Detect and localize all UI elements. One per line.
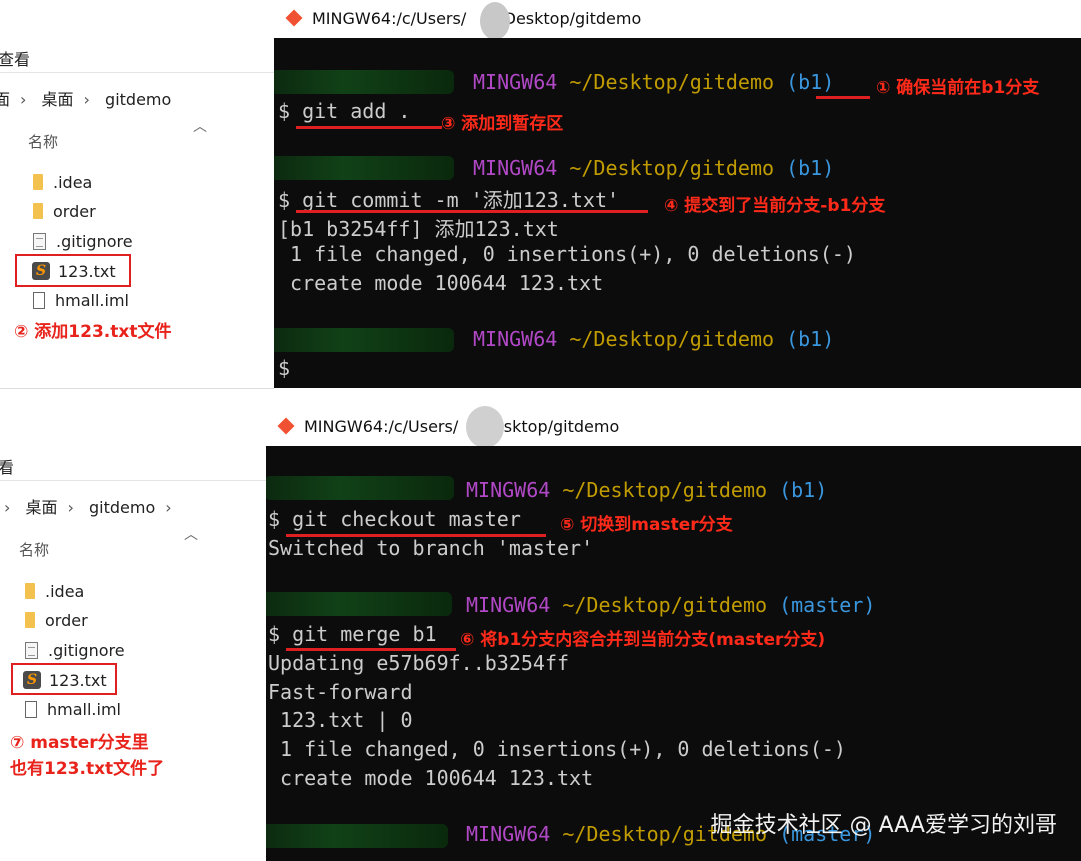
window-title: MINGW64:/c/Users//Desktop/gitdemo bbox=[312, 9, 642, 28]
top-terminal[interactable]: MINGW64 ~/Desktop/gitdemo (b1) ① 确保当前在b1… bbox=[274, 38, 1081, 388]
list-item[interactable]: .gitignore bbox=[25, 638, 125, 662]
git-icon bbox=[277, 417, 295, 435]
underline bbox=[816, 96, 870, 99]
sort-chevron-up-icon[interactable]: ︿ bbox=[184, 524, 198, 544]
redacted-user-host bbox=[274, 70, 454, 94]
annotation-7: ⑦ master分支里 bbox=[10, 733, 149, 753]
watermark: 掘金技术社区 @ AAA爱学习的刘哥 bbox=[710, 813, 1057, 838]
highlight-box bbox=[11, 663, 117, 695]
file-name: order bbox=[45, 610, 88, 630]
list-item[interactable]: .idea bbox=[25, 579, 84, 603]
breadcrumb-item[interactable]: gitdemo bbox=[105, 90, 171, 109]
file-name: .idea bbox=[53, 172, 93, 192]
annotation-5: ⑤ 切换到master分支 bbox=[560, 515, 733, 535]
command-line: $ bbox=[278, 356, 291, 380]
chevron-right-icon: › bbox=[4, 498, 11, 517]
list-item[interactable]: order bbox=[25, 608, 88, 632]
folder-icon bbox=[33, 203, 43, 219]
breadcrumb-item[interactable]: 桌面 bbox=[26, 498, 58, 517]
list-item[interactable]: hmall.iml bbox=[33, 288, 129, 312]
redaction-blur bbox=[480, 2, 510, 40]
output-line: 1 file changed, 0 insertions(+), 0 delet… bbox=[278, 242, 856, 266]
file-name: hmall.iml bbox=[55, 290, 129, 310]
top-file-explorer: 查看 面 › 桌面 › gitdemo ︿ 名称 .idea order .giti… bbox=[0, 0, 274, 389]
redacted-user-host bbox=[274, 328, 454, 352]
annotation-7-line2: 也有123.txt文件了 bbox=[10, 759, 165, 779]
prompt-line: MINGW64 ~/Desktop/gitdemo (b1) bbox=[473, 70, 835, 94]
output-line: 123.txt | 0 bbox=[268, 708, 413, 732]
folder-icon bbox=[25, 583, 35, 599]
output-line: Switched to branch 'master' bbox=[268, 536, 594, 560]
breadcrumb: › 桌面 › gitdemo › bbox=[4, 494, 182, 518]
breadcrumb-item[interactable]: 面 bbox=[0, 90, 10, 109]
list-item[interactable]: hmall.iml bbox=[25, 697, 121, 721]
breadcrumb-item[interactable]: gitdemo bbox=[89, 498, 155, 517]
text-file-icon bbox=[25, 641, 38, 659]
output-line: create mode 100644 123.txt bbox=[268, 766, 594, 790]
command-line: $ git commit -m '添加123.txt' bbox=[278, 188, 620, 212]
chevron-right-icon: › bbox=[67, 498, 74, 517]
git-icon bbox=[285, 9, 303, 27]
redacted-user-host bbox=[266, 824, 448, 848]
output-line: Fast-forward bbox=[268, 680, 413, 704]
bottom-terminal-titlebar: MINGW64:/c/Users//Desktop/gitdemo bbox=[266, 406, 1081, 448]
file-name: .idea bbox=[45, 581, 85, 601]
file-name: .gitignore bbox=[56, 231, 133, 251]
chevron-right-icon: › bbox=[165, 498, 172, 517]
highlight-box bbox=[15, 254, 131, 287]
file-name: hmall.iml bbox=[47, 699, 121, 719]
list-item[interactable]: .gitignore bbox=[33, 229, 133, 253]
name-column-header[interactable]: 名称 bbox=[19, 539, 49, 560]
annotation-1: ① 确保当前在b1分支 bbox=[876, 78, 1040, 98]
command-line: $ git checkout master bbox=[268, 507, 521, 531]
annotation-6: ⑥ 将b1分支内容合并到当前分支(master分支) bbox=[460, 630, 826, 650]
view-menu[interactable]: 查看 bbox=[0, 46, 30, 70]
text-file-icon bbox=[33, 232, 46, 250]
underline bbox=[296, 126, 442, 129]
output-line: 1 file changed, 0 insertions(+), 0 delet… bbox=[268, 737, 846, 761]
bottom-terminal[interactable]: MINGW64 ~/Desktop/gitdemo (b1) $ git che… bbox=[266, 446, 1081, 861]
redacted-user-host bbox=[266, 476, 454, 500]
list-item[interactable]: order bbox=[33, 199, 96, 223]
output-line: Updating e57b69f..b3254ff bbox=[268, 651, 570, 675]
output-line: [b1 b3254ff] 添加123.txt bbox=[278, 217, 559, 241]
output-line: create mode 100644 123.txt bbox=[278, 271, 604, 295]
bottom-file-explorer: 看 › 桌面 › gitdemo › ︿ 名称 .idea order .gitig… bbox=[0, 408, 266, 861]
breadcrumb-item[interactable]: 桌面 bbox=[42, 90, 74, 109]
chevron-right-icon: › bbox=[20, 90, 27, 109]
redacted-user-host bbox=[266, 592, 452, 616]
annotation-3: ③ 添加到暂存区 bbox=[441, 114, 564, 134]
annotation-2: ② 添加123.txt文件 bbox=[14, 322, 172, 342]
breadcrumb: 面 › 桌面 › gitdemo bbox=[0, 86, 181, 110]
command-line: $ git add . bbox=[278, 99, 411, 123]
sort-chevron-up-icon[interactable]: ︿ bbox=[193, 116, 207, 136]
iml-file-icon bbox=[25, 700, 37, 718]
prompt-line: MINGW64 ~/Desktop/gitdemo (b1) bbox=[473, 327, 835, 351]
prompt-line: MINGW64 ~/Desktop/gitdemo (master) bbox=[466, 593, 876, 617]
chevron-right-icon: › bbox=[83, 90, 90, 109]
top-terminal-titlebar: MINGW64:/c/Users//Desktop/gitdemo bbox=[274, 0, 1081, 40]
view-menu[interactable]: 看 bbox=[0, 454, 14, 478]
list-item[interactable]: .idea bbox=[33, 170, 92, 194]
prompt-line: MINGW64 ~/Desktop/gitdemo (b1) bbox=[473, 156, 835, 180]
name-column-header[interactable]: 名称 bbox=[28, 131, 58, 152]
file-name: order bbox=[53, 201, 96, 221]
window-title: MINGW64:/c/Users//Desktop/gitdemo bbox=[304, 417, 620, 436]
iml-file-icon bbox=[33, 291, 45, 309]
command-line: $ git merge b1 bbox=[268, 622, 437, 646]
folder-icon bbox=[33, 174, 43, 190]
redaction-blur bbox=[466, 406, 504, 448]
redacted-user-host bbox=[274, 156, 454, 180]
prompt-line: MINGW64 ~/Desktop/gitdemo (b1) bbox=[466, 478, 828, 502]
annotation-4: ④ 提交到了当前分支-b1分支 bbox=[664, 196, 886, 216]
file-name: .gitignore bbox=[48, 640, 125, 660]
folder-icon bbox=[25, 612, 35, 628]
